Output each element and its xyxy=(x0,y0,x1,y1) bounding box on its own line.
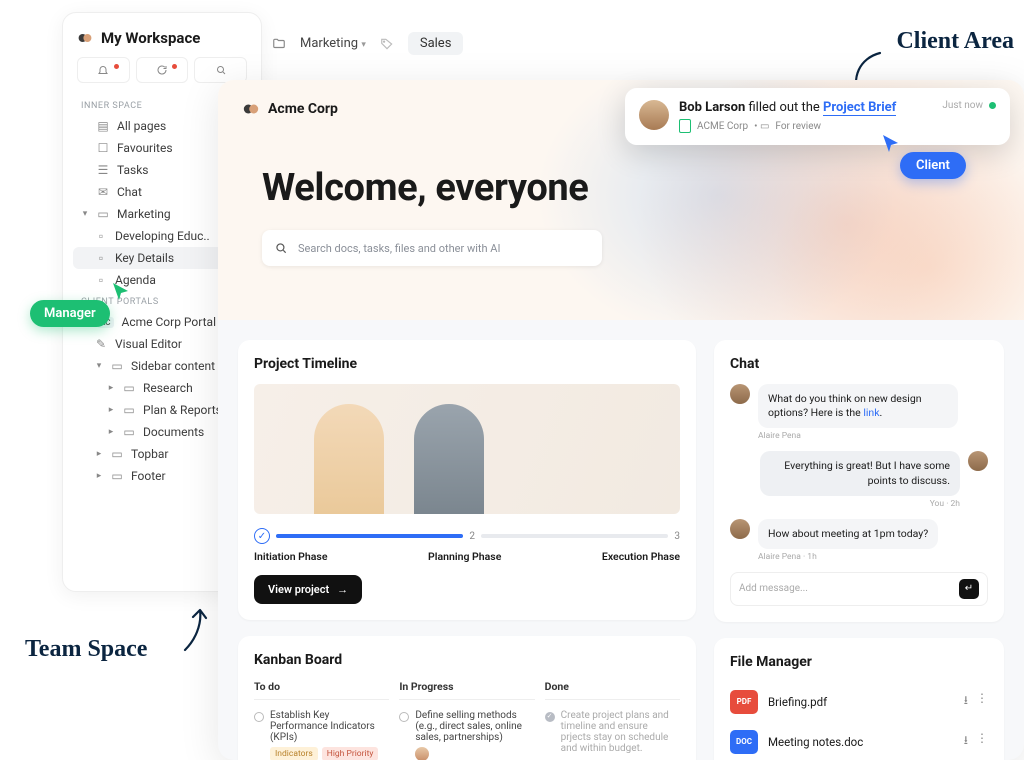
chat-title: Chat xyxy=(730,356,988,372)
page-icon: ▤ xyxy=(97,120,109,132)
ws-tool-updates[interactable] xyxy=(136,57,189,83)
chat-icon: ✉ xyxy=(97,186,109,198)
search-icon xyxy=(274,241,288,255)
timeline-step-3: 3 xyxy=(674,531,680,542)
task-circle-icon xyxy=(254,712,264,722)
crumb-sales[interactable]: Sales xyxy=(408,32,464,55)
timeline-check-icon: ✓ xyxy=(254,528,270,544)
kanban-col-todo: To do Establish Key Performance Indicato… xyxy=(254,680,389,760)
crumb-marketing[interactable]: Marketing ▾ xyxy=(300,36,366,51)
doc-icon: ▫ xyxy=(95,252,107,264)
phase-2-label: Planning Phase xyxy=(428,550,501,563)
download-icon[interactable]: ⭳ xyxy=(964,731,968,752)
timeline-card: Project Timeline ✓ 2 3 Initiation Phase … xyxy=(238,340,696,620)
kanban-col-done: Done Create project plans and timeline a… xyxy=(545,680,680,760)
file-manager-title: File Manager xyxy=(730,654,988,670)
hero-search-placeholder: Search docs, tasks, files and other with… xyxy=(298,242,500,255)
phase-1-label: Initiation Phase xyxy=(254,550,327,563)
chat-avatar xyxy=(968,451,988,471)
chat-avatar xyxy=(730,384,750,404)
pdf-icon: PDF xyxy=(730,690,758,714)
file-manager-card: File Manager PDF Briefing.pdf ⭳ ⋮ DOC Mee… xyxy=(714,638,1004,760)
client-badge: Client xyxy=(900,152,966,179)
tag-indicators: Indicators xyxy=(270,747,318,760)
brand-logo-icon xyxy=(242,100,260,118)
workspace-logo-icon xyxy=(77,30,93,46)
more-icon[interactable]: ⋮ xyxy=(976,731,988,752)
annotation-arrow-team xyxy=(180,605,220,655)
live-dot-icon xyxy=(989,102,996,109)
chat-bubble: What do you think on new design options?… xyxy=(758,384,958,428)
timeline-bar: ✓ 2 3 xyxy=(254,528,680,544)
folder-icon: ▭ xyxy=(123,426,135,438)
folder-icon: ▭ xyxy=(111,470,123,482)
chat-link[interactable]: link xyxy=(863,406,879,419)
kanban-task[interactable]: Define selling methods (e.g., direct sal… xyxy=(399,706,534,760)
pencil-icon: ✎ xyxy=(95,338,107,350)
chat-message: How about meeting at 1pm today?Alaire Pe… xyxy=(730,519,988,562)
hero-search[interactable]: Search docs, tasks, files and other with… xyxy=(262,230,602,266)
folder-icon: ▭ xyxy=(97,208,109,220)
kanban-task[interactable]: Create project plans and timeline and en… xyxy=(545,706,680,758)
send-button[interactable]: ↵ xyxy=(959,579,979,599)
timeline-photo xyxy=(254,384,680,514)
breadcrumb: Marketing ▾ Sales xyxy=(272,32,463,55)
more-icon[interactable]: ⋮ xyxy=(976,691,988,712)
tag-high-priority: High Priority xyxy=(322,747,379,760)
folder-icon xyxy=(272,37,286,51)
toast-meta: Just now xyxy=(942,100,996,111)
notification-toast[interactable]: Bob Larson filled out the Project Brief … xyxy=(625,88,1010,145)
kanban-task[interactable]: Establish Key Performance Indicators (KP… xyxy=(254,706,389,760)
file-row[interactable]: DOC Meeting notes.doc ⭳ ⋮ xyxy=(730,722,988,760)
arrow-right-icon: → xyxy=(337,583,348,596)
timeline-title: Project Timeline xyxy=(254,356,680,372)
manager-badge: Manager xyxy=(30,300,110,327)
kanban-title: Kanban Board xyxy=(254,652,680,668)
manager-cursor-icon xyxy=(110,280,132,302)
download-icon[interactable]: ⭳ xyxy=(964,691,968,712)
client-cursor-icon xyxy=(880,132,902,154)
file-name: Meeting notes.doc xyxy=(768,735,863,749)
task-circle-icon xyxy=(399,712,409,722)
tasks-icon: ☰ xyxy=(97,164,109,176)
bookmark-icon: ☐ xyxy=(97,142,109,154)
toast-doc-link[interactable]: Project Brief xyxy=(823,100,896,115)
timeline-step-2: 2 xyxy=(469,531,475,542)
chat-avatar xyxy=(730,519,750,539)
phase-3-label: Execution Phase xyxy=(602,550,680,563)
hero-title: Welcome, everyone xyxy=(262,166,588,210)
annotation-client-area: Client Area xyxy=(896,28,1014,55)
chat-input[interactable]: Add message... ↵ xyxy=(730,572,988,606)
file-name: Briefing.pdf xyxy=(768,695,827,709)
toast-subtitle: ACME Corp • ▭ For review xyxy=(679,119,932,133)
folder-icon: ▭ xyxy=(111,448,123,460)
tag-icon xyxy=(380,37,394,51)
toast-doc-icon xyxy=(679,119,691,133)
assignee-avatar xyxy=(415,747,429,760)
hero-brand[interactable]: Acme Corp xyxy=(242,100,338,118)
view-project-button[interactable]: View project → xyxy=(254,575,362,604)
workspace-title: My Workspace xyxy=(101,29,200,47)
task-done-icon xyxy=(545,712,555,722)
portal-panel: Acme Corp Chat Knowledge Bas Welcome, ev… xyxy=(218,80,1024,760)
kanban-col-progress: In Progress Define selling methods (e.g.… xyxy=(399,680,534,760)
folder-icon: ▭ xyxy=(123,404,135,416)
annotation-team-space: Team Space xyxy=(25,636,147,663)
toast-title: Bob Larson filled out the Project Brief xyxy=(679,100,932,115)
file-row[interactable]: PDF Briefing.pdf ⭳ ⋮ xyxy=(730,682,988,722)
doc-icon: ▫ xyxy=(95,274,107,286)
folder-icon: ▭ xyxy=(123,382,135,394)
doc-icon: DOC xyxy=(730,730,758,754)
ws-tool-notifications[interactable] xyxy=(77,57,130,83)
chat-message: What do you think on new design options?… xyxy=(730,384,988,441)
doc-icon: ▫ xyxy=(95,230,107,242)
folder-icon: ▭ xyxy=(111,360,123,372)
toast-avatar xyxy=(639,100,669,130)
chat-card: Chat What do you think on new design opt… xyxy=(714,340,1004,622)
chat-bubble: How about meeting at 1pm today? xyxy=(758,519,938,549)
chat-bubble: Everything is great! But I have some poi… xyxy=(760,451,960,495)
kanban-card: Kanban Board To do Establish Key Perform… xyxy=(238,636,696,760)
chat-message: Everything is great! But I have some poi… xyxy=(730,451,988,508)
